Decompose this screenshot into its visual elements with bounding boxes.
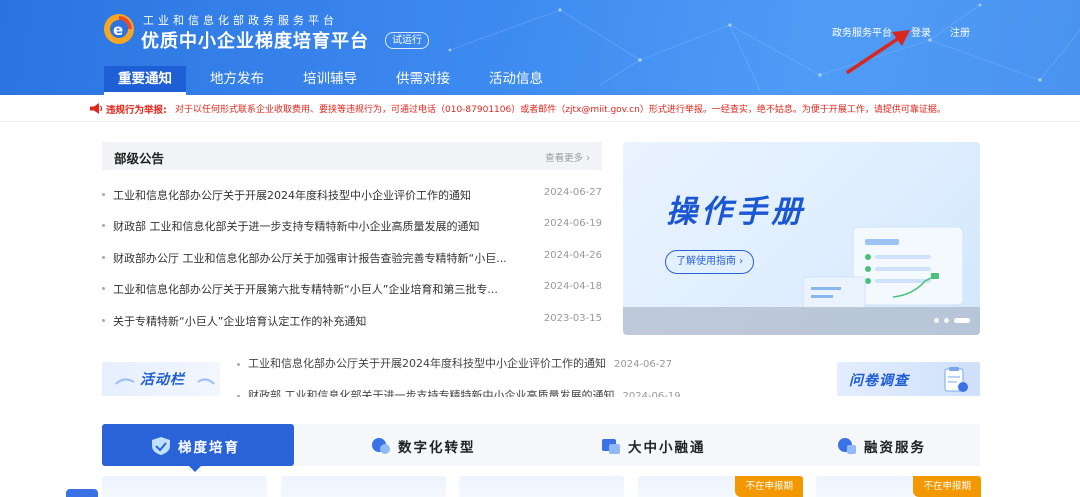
network-icon <box>602 439 620 454</box>
guide-button[interactable]: 了解使用指南 › <box>665 250 755 274</box>
trial-badge: 试运行 <box>385 32 429 49</box>
carousel-dot[interactable] <box>944 318 949 323</box>
activity-label-box: 活动栏 <box>102 362 220 396</box>
list-item[interactable]: 财政部办公厅 工业和信息化部办公厅关于加强审计报告查验完善专精特新“小巨... … <box>102 247 602 267</box>
survey-button[interactable]: 问卷调查 <box>837 362 980 396</box>
service-card[interactable]: 不在申报期 <box>638 476 803 497</box>
bullet-dot <box>102 224 105 227</box>
service-card[interactable] <box>459 476 624 497</box>
tab-gradient-cultivation[interactable]: 梯度培育 <box>102 424 294 466</box>
list-item[interactable]: 工业和信息化部办公厅关于开展2024年度科技型中小企业评价工作的通知 2024-0… <box>237 355 672 371</box>
announcement-header: 部级公告 查看更多 › <box>102 142 602 170</box>
finance-icon <box>838 438 856 454</box>
service-card[interactable] <box>281 476 446 497</box>
active-tab-pointer <box>188 465 202 472</box>
clipboard-icon <box>944 367 968 392</box>
svg-text:e: e <box>113 21 123 39</box>
page-title: 优质中小企业梯度培育平台 <box>141 31 369 52</box>
decor-chevron-icon <box>197 378 215 385</box>
bullet-dot <box>102 287 105 290</box>
bullet-dot <box>102 256 105 259</box>
page-root: e 工业和信息化部政务服务平台 优质中小企业梯度培育平台 试运行 政务服务平台 … <box>0 0 1080 497</box>
decor-chevron-icon <box>115 378 135 385</box>
register-link[interactable]: 注册 <box>950 24 970 39</box>
notice-text: 对于以任何形式联系企业收取费用、要挟等违规行为，可通过电话（010-879011… <box>175 105 946 115</box>
red-arrow-icon <box>846 30 910 74</box>
report-notice-bar: 违规行为举报: 对于以任何形式联系企业收取费用、要挟等违规行为，可通过电话（01… <box>0 95 1080 122</box>
list-item[interactable]: 财政部 工业和信息化部关于进一步支持专精特新中小企业高质量发展的通知 2024-0… <box>237 387 681 397</box>
digital-icon <box>372 438 390 454</box>
banner-title: 操作手册 <box>666 194 806 230</box>
nav-tab-activities[interactable]: 活动信息 <box>489 66 543 95</box>
carousel-dot-active[interactable] <box>954 318 970 323</box>
survey-label: 问卷调查 <box>849 373 909 389</box>
view-more-link[interactable]: 查看更多 › <box>545 150 590 164</box>
tab-integration[interactable]: 大中小融通 <box>572 424 772 466</box>
nav-tab-local-release[interactable]: 地方发布 <box>210 66 264 95</box>
banner-caption-bar <box>623 307 980 335</box>
nav-tab-training[interactable]: 培训辅导 <box>303 66 357 95</box>
manual-illustration <box>802 226 964 310</box>
list-item[interactable]: 工业和信息化部办公厅关于开展第六批专精特新“小巨人”企业培育和第三批专... 2… <box>102 278 602 298</box>
status-badge: 不在申报期 <box>913 476 981 497</box>
speaker-icon <box>90 103 103 114</box>
shield-icon <box>152 437 170 455</box>
service-tabs: 梯度培育 数字化转型 大中小融通 融资服务 <box>102 424 980 466</box>
tab-financing[interactable]: 融资服务 <box>812 424 980 466</box>
header-subtitle: 工业和信息化部政务服务平台 <box>143 14 338 27</box>
carousel-dots[interactable] <box>934 318 970 323</box>
bullet-dot <box>102 193 105 196</box>
manual-banner[interactable]: 操作手册 了解使用指南 › <box>623 142 980 335</box>
tab-digital-transform[interactable]: 数字化转型 <box>322 424 522 466</box>
bullet-dot <box>102 319 105 322</box>
nav-tab-important-notice[interactable]: 重要通知 <box>104 66 186 95</box>
service-card[interactable]: 不在申报期 <box>816 476 981 497</box>
list-item[interactable]: 关于专精特新“小巨人”企业培育认定工作的补充通知 2023-03-15 <box>102 310 602 330</box>
service-card[interactable] <box>102 476 267 497</box>
main-nav: 重要通知 地方发布 培训辅导 供需对接 活动信息 <box>104 66 543 95</box>
carousel-dot[interactable] <box>934 318 939 323</box>
nav-tab-supply-demand[interactable]: 供需对接 <box>396 66 450 95</box>
site-header: e 工业和信息化部政务服务平台 优质中小企业梯度培育平台 试运行 政务服务平台 … <box>0 0 1080 95</box>
announcement-title: 部级公告 <box>114 151 165 166</box>
notice-label: 违规行为举报: <box>106 105 167 116</box>
status-badge: 不在申报期 <box>735 476 803 497</box>
floating-button[interactable] <box>66 489 98 497</box>
list-item[interactable]: 工业和信息化部办公厅关于开展2024年度科技型中小企业评价工作的通知 2024-… <box>102 184 602 204</box>
activity-ticker: 工业和信息化部办公厅关于开展2024年度科技型中小企业评价工作的通知 2024-0… <box>222 355 822 397</box>
activity-label: 活动栏 <box>140 372 185 388</box>
list-item[interactable]: 财政部 工业和信息化部关于进一步支持专精特新中小企业高质量发展的通知 2024-… <box>102 215 602 235</box>
platform-logo-icon: e <box>104 14 134 44</box>
